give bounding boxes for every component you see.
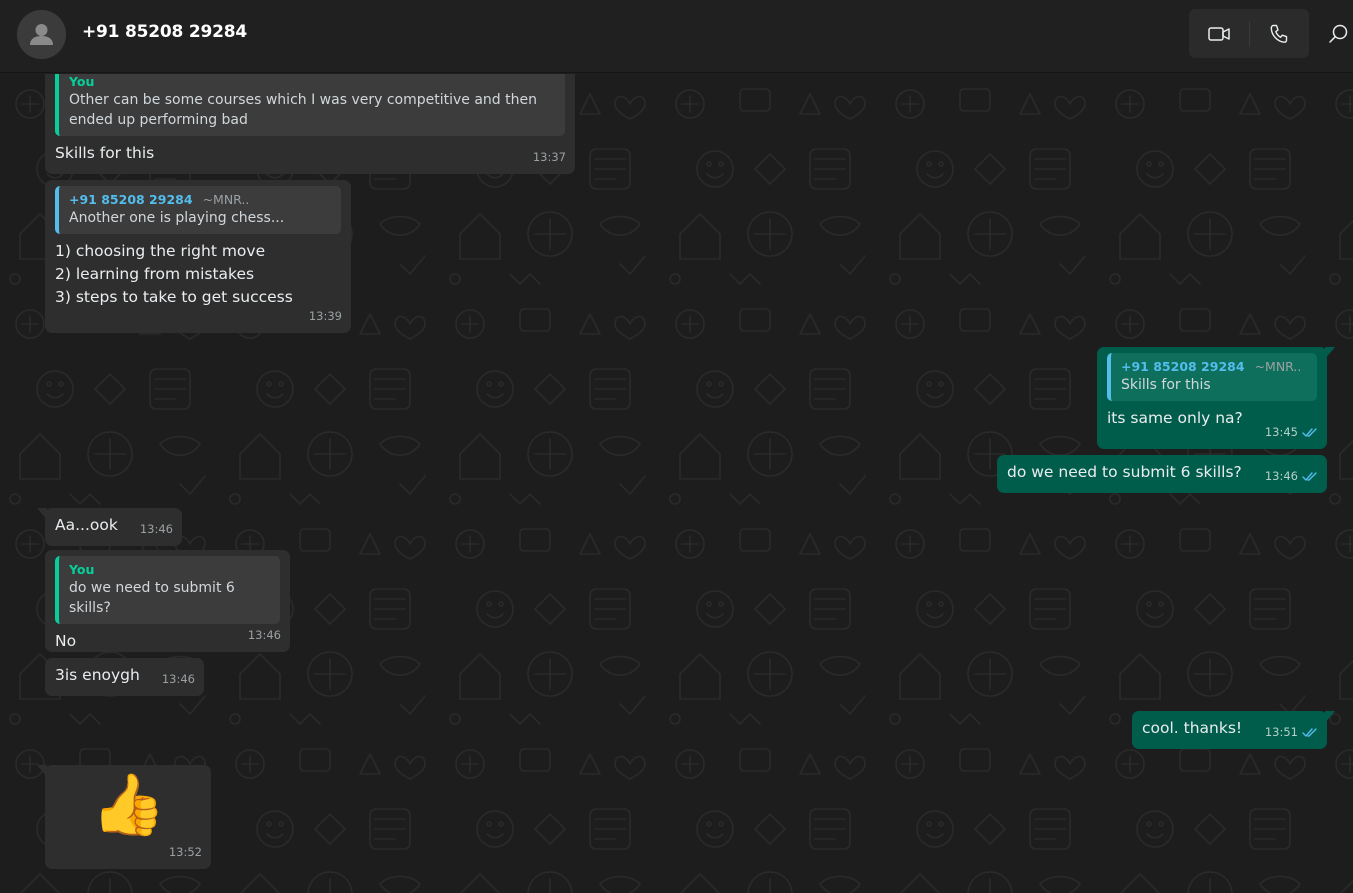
default-avatar-icon	[17, 10, 66, 59]
quoted-text: do we need to submit 6 skills?	[69, 580, 235, 616]
quoted-sender: You	[69, 562, 95, 577]
message-bubble-incoming[interactable]: +91 85208 29284 ~MNR.. Another one is pla…	[45, 180, 351, 333]
message-time: 13:51	[1265, 721, 1318, 744]
read-receipt-icon	[1302, 472, 1317, 482]
timestamp: 13:45	[1264, 425, 1298, 439]
quoted-text: Other can be some courses which I was ve…	[69, 92, 537, 128]
timestamp: 13:39	[308, 309, 342, 323]
message-time: 13:37	[533, 146, 566, 169]
quoted-text: Skills for this	[1121, 377, 1211, 393]
quoted-sender: +91 85208 29284	[69, 192, 193, 207]
timestamp: 13:46	[247, 628, 281, 642]
message-bubble-outgoing[interactable]: do we need to submit 6 skills? 13:46	[997, 455, 1327, 493]
video-call-icon	[1208, 26, 1230, 41]
bubble-tail	[1325, 347, 1335, 359]
message-text-line: 3) steps to take to get success	[55, 288, 293, 306]
search-button[interactable]	[1326, 22, 1350, 46]
contact-avatar[interactable]	[17, 10, 66, 59]
quoted-sender-alias: ~MNR..	[1254, 359, 1302, 374]
video-call-button[interactable]	[1189, 9, 1249, 58]
quoted-message[interactable]: You do we need to submit 6 skills?	[55, 556, 280, 624]
message-time: 13:46	[248, 624, 281, 647]
timestamp: 13:37	[532, 150, 566, 164]
search-icon	[1329, 24, 1348, 43]
quoted-message[interactable]: You Other can be some courses which I wa…	[55, 74, 565, 136]
message-time: 13:46	[140, 518, 173, 541]
message-text: Skills for this	[55, 144, 155, 162]
message-text-line: 2) learning from mistakes	[55, 265, 255, 283]
message-bubble-incoming[interactable]: 👍 13:52	[37, 765, 211, 869]
message-list[interactable]: You Other can be some courses which I wa…	[0, 74, 1353, 893]
message-time: 13:52	[169, 841, 202, 864]
message-time: 13:46	[1265, 465, 1318, 488]
message-bubble-outgoing[interactable]: cool. thanks! 13:51	[1132, 711, 1335, 749]
quoted-sender-alias: ~MNR..	[202, 192, 250, 207]
chat-header: +91 85208 29284	[0, 0, 1353, 73]
voice-call-button[interactable]	[1249, 9, 1309, 58]
bubble-tail	[1325, 711, 1335, 723]
timestamp: 13:51	[1264, 725, 1298, 739]
quoted-message[interactable]: +91 85208 29284 ~MNR.. Skills for this	[1107, 353, 1317, 401]
timestamp: 13:46	[1264, 469, 1298, 483]
read-receipt-icon	[1302, 728, 1317, 738]
quoted-message[interactable]: +91 85208 29284 ~MNR.. Another one is pla…	[55, 186, 341, 234]
message-bubble-incoming[interactable]: 3is enoygh 13:46	[45, 658, 204, 696]
message-text-line: 1) choosing the right move	[55, 242, 266, 260]
contact-name[interactable]: +91 85208 29284	[82, 22, 247, 42]
message-time: 13:45	[1265, 421, 1318, 444]
message-bubble-outgoing[interactable]: +91 85208 29284 ~MNR.. Skills for this it…	[1097, 347, 1335, 449]
bubble-tail	[37, 508, 47, 520]
read-receipt-icon	[1302, 428, 1317, 438]
call-button-group	[1189, 9, 1309, 58]
timestamp: 13:46	[161, 672, 195, 686]
message-bubble-incoming[interactable]: You do we need to submit 6 skills? No 13…	[45, 550, 290, 652]
timestamp: 13:46	[139, 522, 173, 536]
message-time: 13:39	[309, 305, 342, 328]
quoted-text: Another one is playing chess...	[69, 210, 285, 226]
message-bubble-incoming[interactable]: You Other can be some courses which I wa…	[45, 74, 575, 174]
quoted-sender: +91 85208 29284	[1121, 359, 1245, 374]
voice-call-icon	[1270, 24, 1288, 43]
message-bubble-incoming[interactable]: Aa...ook 13:46	[37, 508, 182, 546]
bubble-tail	[37, 765, 47, 777]
quoted-sender: You	[69, 74, 95, 89]
message-time: 13:46	[162, 668, 195, 691]
timestamp: 13:52	[168, 845, 202, 859]
thumbs-up-emoji: 👍	[91, 770, 166, 840]
message-text: No	[55, 632, 77, 650]
